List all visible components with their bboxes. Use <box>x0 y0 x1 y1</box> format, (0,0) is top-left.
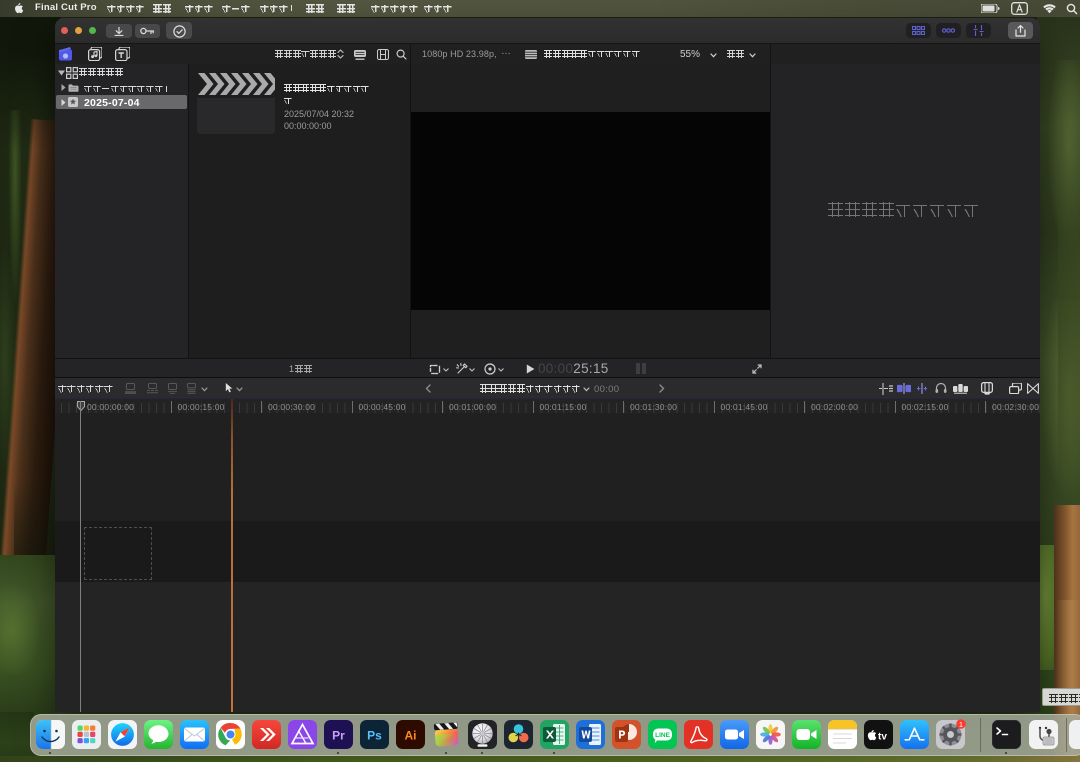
svg-text:tv: tv <box>878 732 887 743</box>
svg-text:LINE: LINE <box>655 732 670 739</box>
svg-text:1: 1 <box>958 720 962 729</box>
svg-text:Pr: Pr <box>332 729 345 743</box>
svg-text:Ai: Ai <box>404 729 416 743</box>
svg-text:Ps: Ps <box>367 729 382 743</box>
